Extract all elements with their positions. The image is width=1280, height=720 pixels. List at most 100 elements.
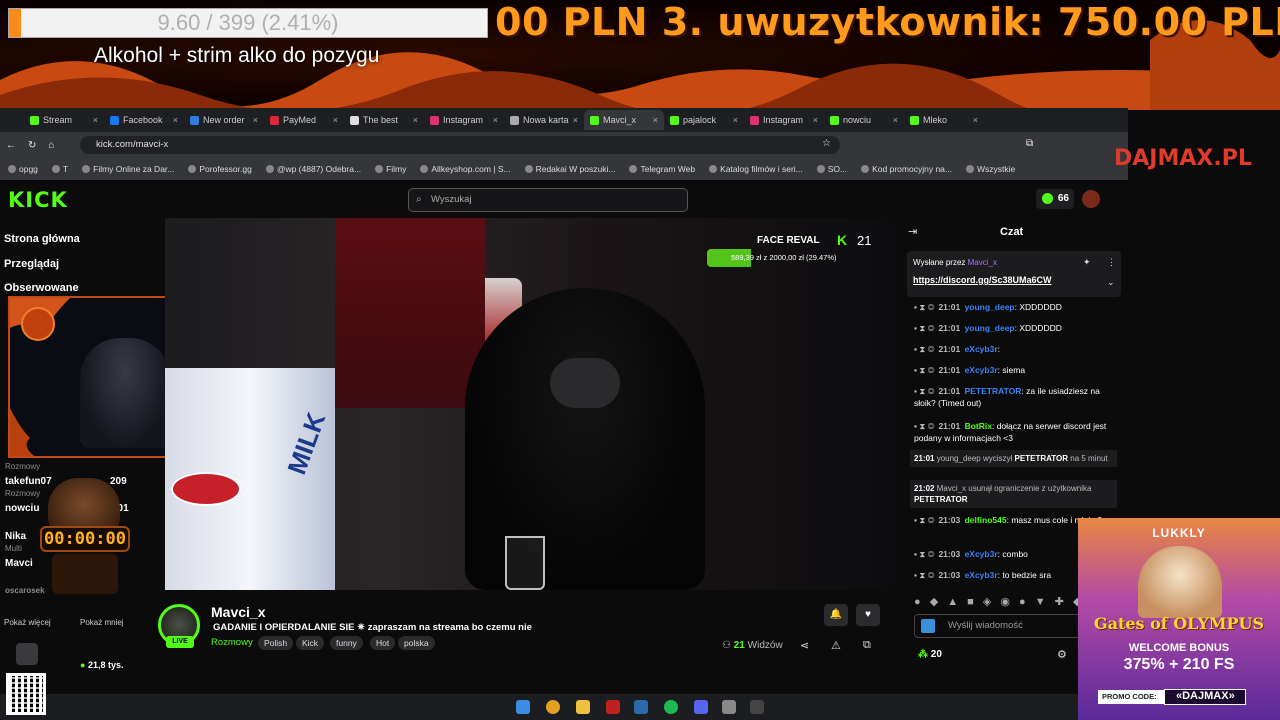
pinned-link[interactable]: https://discord.gg/Sc38UMa6CW xyxy=(913,275,1052,285)
stream-category[interactable]: Rozmowy xyxy=(211,637,253,648)
file-explorer-icon[interactable] xyxy=(576,700,590,714)
close-tab-icon[interactable]: × xyxy=(173,115,178,125)
user-avatar[interactable] xyxy=(1082,190,1100,208)
channel-name[interactable]: Mavci_x xyxy=(211,604,265,620)
emote-picker-icon[interactable] xyxy=(921,619,935,633)
browser-tab[interactable]: Facebook × xyxy=(104,110,184,130)
more-icon[interactable]: ⋮ xyxy=(1107,257,1116,268)
mod-action-icons[interactable]: ▪ ⧗ ◎ xyxy=(914,386,934,396)
bookmark-item[interactable]: Wszystkie xyxy=(966,164,1015,174)
notification-bell-button[interactable]: 🔔 xyxy=(824,604,848,626)
browser-tab[interactable]: Mleko × xyxy=(904,110,984,130)
spotify-icon[interactable] xyxy=(664,700,678,714)
extensions-icon[interactable]: ⧉ xyxy=(1026,138,1033,149)
bookmark-item[interactable]: Redakai W poszuki... xyxy=(524,164,615,174)
message-user[interactable]: eXcyb3r xyxy=(965,344,998,354)
browser-tab[interactable]: New order × xyxy=(184,110,264,130)
settings-app-icon[interactable] xyxy=(722,700,736,714)
kick-points-button[interactable]: 66 xyxy=(1036,189,1074,209)
browser-tab[interactable]: nowciu × xyxy=(824,110,904,130)
browser-tab[interactable]: Stream × xyxy=(24,110,104,130)
close-tab-icon[interactable]: × xyxy=(813,115,818,125)
browser-tab[interactable]: The best × xyxy=(344,110,424,130)
browser-tab[interactable]: pajalock × xyxy=(664,110,744,130)
nav-following[interactable]: Obserwowane xyxy=(4,282,79,294)
message-user[interactable]: BotRix xyxy=(965,421,992,431)
steam-icon[interactable] xyxy=(634,700,648,714)
message-user[interactable]: delfino545 xyxy=(965,515,1007,525)
message-user[interactable]: PETETRATOR xyxy=(965,386,1022,396)
follow-heart-button[interactable]: ♥ xyxy=(856,604,880,626)
browser-tab[interactable]: Instagram × xyxy=(744,110,824,130)
bookmark-item[interactable]: opgg xyxy=(8,164,38,174)
close-tab-icon[interactable]: × xyxy=(493,115,498,125)
chat-points[interactable]: ⁂ 20 xyxy=(918,649,942,660)
video-player[interactable]: MILK FACE REVAL K 21 589,39 zł z 2000,00… xyxy=(165,218,900,590)
reload-icon[interactable]: ↻ xyxy=(28,140,36,151)
share-icon[interactable]: ⋖ xyxy=(800,639,809,652)
home-icon[interactable]: ⌂ xyxy=(48,140,54,151)
collapse-chat-icon[interactable]: ⇥ xyxy=(908,225,917,238)
video-app-icon[interactable] xyxy=(606,700,620,714)
close-tab-icon[interactable]: × xyxy=(973,115,978,125)
mod-action-icons[interactable]: ▪ ⧗ ◎ xyxy=(914,515,934,525)
app-icon[interactable] xyxy=(750,700,764,714)
search-input[interactable]: ⌕ Wyszukaj xyxy=(408,188,688,212)
browser-tab[interactable]: PayMed × xyxy=(264,110,344,130)
message-user[interactable]: young_deep xyxy=(965,302,1015,312)
mod-action-icons[interactable]: ▪ ⧗ ◎ xyxy=(914,421,934,431)
bookmark-item[interactable]: Filmy Online za Dar... xyxy=(82,164,174,174)
bookmark-item[interactable]: Telegram Web xyxy=(629,164,695,174)
stream-tag[interactable]: Hot xyxy=(370,636,396,650)
browser-tab[interactable]: Mavci_x × xyxy=(584,110,664,130)
back-icon[interactable]: ← xyxy=(6,140,16,151)
close-tab-icon[interactable]: × xyxy=(733,115,738,125)
close-tab-icon[interactable]: × xyxy=(253,115,258,125)
message-user[interactable]: eXcyb3r xyxy=(965,549,998,559)
close-tab-icon[interactable]: × xyxy=(413,115,418,125)
url-field[interactable]: kick.com/mavci-x xyxy=(80,136,840,154)
message-user[interactable]: eXcyb3r xyxy=(965,365,998,375)
close-tab-icon[interactable]: × xyxy=(653,115,658,125)
message-user[interactable]: young_deep xyxy=(965,323,1015,333)
mod-action-icons[interactable]: ▪ ⧗ ◎ xyxy=(914,302,934,312)
show-less-link[interactable]: Pokaż mniej xyxy=(80,618,124,627)
nav-browse[interactable]: Przeglądaj xyxy=(4,258,59,270)
chat-settings-icon[interactable]: ⚙ xyxy=(1057,648,1067,661)
mod-action-icons[interactable]: ▪ ⧗ ◎ xyxy=(914,323,934,333)
close-tab-icon[interactable]: × xyxy=(333,115,338,125)
message-user[interactable]: eXcyb3r xyxy=(965,570,998,580)
windows-start-icon[interactable] xyxy=(516,700,530,714)
kick-logo[interactable]: KICK xyxy=(8,188,68,212)
bookmark-item[interactable]: @wp (4887) Odebra... xyxy=(265,164,361,174)
chevron-down-icon[interactable]: ⌄ xyxy=(1107,277,1115,288)
chrome-icon[interactable] xyxy=(546,700,560,714)
bookmark-item[interactable]: Kod promocyjny na... xyxy=(861,164,952,174)
show-more-link[interactable]: Pokaż więcej xyxy=(4,618,51,627)
pin-icon[interactable]: ✦ xyxy=(1083,257,1091,268)
clip-icon[interactable]: ⧉ xyxy=(863,639,871,652)
rec-channel-name[interactable]: Mavci xyxy=(5,558,33,569)
stream-tag[interactable]: funny xyxy=(330,636,363,650)
bookmark-item[interactable]: Allkeyshop.com | S... xyxy=(420,164,511,174)
report-icon[interactable]: ⚠ xyxy=(831,639,841,652)
casino-ad-banner[interactable]: LUKKLY Gates of OLYMPUS WELCOME BONUS 37… xyxy=(1078,518,1280,720)
browser-tab[interactable]: Nowa karta × xyxy=(504,110,584,130)
nav-home[interactable]: Strona główna xyxy=(4,233,80,245)
mod-action-icons[interactable]: ▪ ⧗ ◎ xyxy=(914,365,934,375)
rec-channel-name[interactable]: Nika xyxy=(5,531,26,542)
close-tab-icon[interactable]: × xyxy=(573,115,578,125)
bookmark-item[interactable]: Katalog filmów i seri... xyxy=(709,164,803,174)
stream-tag[interactable]: Polish xyxy=(258,636,294,650)
bookmark-item[interactable]: SO... xyxy=(816,164,847,174)
emote-bar[interactable]: ● ◆ ▲ ■ ◈ ◉ ● ▼ ✚ ◆ xyxy=(914,595,1084,608)
stream-tag[interactable]: Kick xyxy=(296,636,325,650)
stream-tag[interactable]: polska xyxy=(398,636,435,650)
bookmark-item[interactable]: Filmy xyxy=(375,164,406,174)
bookmark-item[interactable]: T xyxy=(51,164,68,174)
discord-icon[interactable] xyxy=(694,700,708,714)
bookmark-item[interactable]: Porofessor.gg xyxy=(188,164,252,174)
mod-action-icons[interactable]: ▪ ⧗ ◎ xyxy=(914,344,934,354)
browser-tab[interactable]: Instagram × xyxy=(424,110,504,130)
pinned-user[interactable]: Mavci_x xyxy=(968,258,997,267)
